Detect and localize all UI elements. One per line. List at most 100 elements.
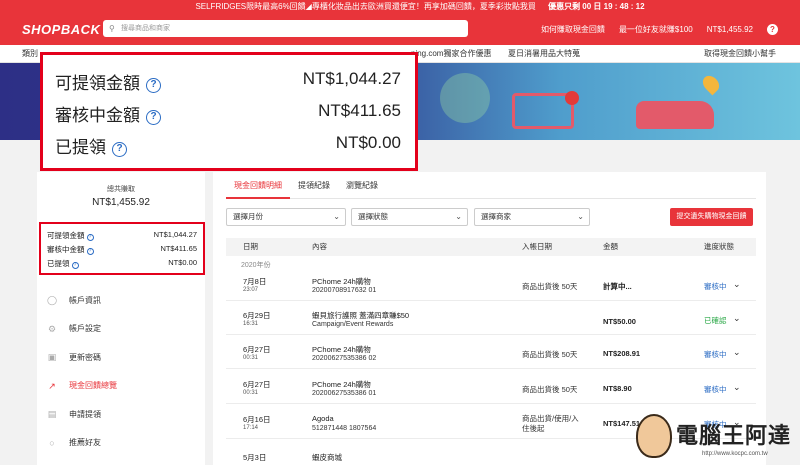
row-merchant: Agoda	[312, 414, 334, 423]
row-date: 6月27日	[243, 345, 271, 354]
chevron-down-icon[interactable]: ⌄	[733, 279, 741, 290]
sidebar-balance-label: 可提領金額	[47, 231, 85, 240]
submit-missing-cashback-button[interactable]: 提交遺失購物現金回饋	[670, 208, 753, 226]
promo-text[interactable]: SELFRIDGES限時最高6%回饋◢專櫃化妝品出去歐洲買還便宜！再享加碼回饋，…	[195, 2, 535, 11]
callout-amount: NT$0.00	[335, 133, 401, 152]
sidebar-balance-label: 審核中金額	[47, 245, 85, 254]
callout-label: 審核中金額	[55, 106, 140, 125]
invite-friend-link[interactable]: 最一位好友就賺$100	[619, 24, 693, 35]
callout-amount: NT$1,044.27	[302, 69, 401, 88]
status-select[interactable]: 選擇狀態 ⌄	[351, 208, 468, 226]
sidebar-item-account-info[interactable]: ◯ 帳戶資訊	[47, 286, 197, 315]
question-icon[interactable]: ?	[71, 262, 79, 269]
chevron-down-icon[interactable]: ⌄	[733, 347, 741, 358]
gear-icon: ⚙	[47, 323, 57, 334]
table-row[interactable]: 6月29日 16:31 蝦貝旅行護照 蓋滿四章賺$50 Campaign/Event …	[226, 306, 756, 335]
row-income-date: 商品出貨後 50天	[522, 350, 578, 359]
callout-label: 可提領金額	[55, 74, 140, 93]
lock-icon: ▣	[47, 352, 57, 363]
row-amount: NT$208.91	[603, 349, 641, 358]
row-status: 審核中	[704, 282, 727, 291]
sidebar-item-cashback-overview[interactable]: ↗ 現金回饋總覽	[47, 372, 197, 401]
row-date: 6月27日	[243, 380, 271, 389]
sidebar-item-refer-friends[interactable]: ○ 推薦好友	[47, 429, 197, 458]
callout-label: 已提領	[55, 138, 106, 157]
tab-cashback-details[interactable]: 現金回饋明細	[226, 180, 290, 199]
sidebar-item-withdraw[interactable]: ▤ 申請提領	[47, 400, 197, 429]
tab-withdraw-history[interactable]: 提領紀錄	[290, 180, 338, 199]
callout-amount: NT$411.65	[318, 101, 401, 120]
sidebar-item-label: 帳戶設定	[69, 324, 101, 334]
year-divider: 2020年份	[241, 262, 271, 269]
row-amount: 計算中...	[603, 282, 632, 291]
status-select-value: 選擇狀態	[358, 212, 388, 221]
search-placeholder: 搜尋商品和商家	[121, 25, 170, 32]
promo-banner[interactable]: SELFRIDGES限時最高6%回饋◢專櫃化妝品出去歐洲買還便宜！再享加碼回饋，…	[0, 0, 800, 13]
sidebar-menu: ◯ 帳戶資訊 ⚙ 帳戶設定 ▣ 更新密碼 ↗ 現金回饋總覽 ▤ 申請提領 ○ 推…	[47, 286, 197, 457]
mascot-face-icon	[636, 414, 672, 458]
sidebar-balance-amount: NT$1,044.27	[153, 230, 197, 239]
nav-helper-link[interactable]: 取得現金回饋小幫手	[704, 45, 776, 63]
nav-summer-link[interactable]: 夏日消暑用品大特蒐	[508, 45, 580, 63]
chevron-down-icon: ⌄	[577, 212, 584, 221]
column-header: 進度狀態	[704, 242, 734, 251]
row-time: 16:31	[243, 321, 259, 327]
chart-icon: ↗	[48, 380, 56, 391]
shopback-logo[interactable]: SHOPBACK	[22, 22, 100, 37]
sidebar-item-update-password[interactable]: ▣ 更新密碼	[47, 343, 197, 372]
sidebar-item-account-settings[interactable]: ⚙ 帳戶設定	[47, 315, 197, 344]
row-order-id: 20200627535386 01	[312, 390, 377, 397]
row-date: 5月3日	[243, 453, 267, 462]
row-merchant: PChome 24h購物	[312, 277, 371, 286]
search-input[interactable]: ⚲ 搜尋商品和商家	[103, 20, 468, 37]
row-amount: NT$50.00	[603, 317, 636, 326]
row-date: 7月8日	[243, 277, 267, 286]
friends-icon: ○	[49, 437, 55, 448]
chevron-down-icon: ⌄	[333, 212, 340, 221]
column-header: 內容	[312, 242, 327, 251]
row-order-id: 20200627535386 02	[312, 355, 377, 362]
row-status: 已確認	[704, 316, 727, 325]
row-merchant: 蝦貝旅行護照 蓋滿四章賺$50	[312, 311, 410, 320]
question-icon[interactable]: ?	[112, 142, 127, 157]
row-date: 6月29日	[243, 311, 271, 320]
sidebar-balance-row: 可提領金額? NT$1,044.27	[47, 230, 197, 242]
watermark: 電腦王阿達 http://www.kocpc.com.tw	[636, 412, 800, 465]
chevron-down-icon[interactable]: ⌄	[733, 313, 741, 324]
chevron-down-icon: ⌄	[455, 212, 462, 221]
row-order-id: Campaign/Event Rewards	[312, 321, 394, 328]
hero-decoration	[440, 73, 490, 123]
question-icon[interactable]: ?	[146, 110, 161, 125]
account-balance-link[interactable]: NT$1,455.92	[707, 25, 753, 34]
location-pin-illustration	[699, 72, 723, 96]
cashback-tabs: 現金回饋明細 提領紀錄 瀏覽紀錄	[226, 180, 756, 199]
nav-booking-link[interactable]: ping.com獨家合作優惠	[411, 45, 491, 63]
withdraw-icon: ▤	[47, 409, 57, 420]
month-select-value: 選擇月份	[233, 212, 263, 221]
account-sidebar: 總共賺取 NT$1,455.92 可提領金額? NT$1,044.27 審核中金…	[37, 172, 205, 465]
table-row[interactable]: 6月27日 00:31 PChome 24h購物 20200627535386 01 商…	[226, 375, 756, 404]
sidebar-balance-row: 已提領? NT$0.00	[47, 258, 197, 270]
question-icon[interactable]: ?	[86, 248, 94, 255]
help-icon[interactable]: ?	[767, 24, 778, 35]
row-order-id: 20200708917632 01	[312, 287, 377, 294]
row-status: 審核中	[704, 385, 727, 394]
header-links: 如何賺取現金回饋 最一位好友就賺$100 NT$1,455.92 ?	[541, 24, 778, 35]
month-select[interactable]: 選擇月份 ⌄	[226, 208, 346, 226]
merchant-select[interactable]: 選擇商家 ⌄	[474, 208, 590, 226]
tab-browse-history[interactable]: 瀏覽紀錄	[338, 180, 386, 199]
sidebar-balance-amount: NT$0.00	[168, 258, 197, 267]
chevron-down-icon[interactable]: ⌄	[733, 382, 741, 393]
how-to-earn-link[interactable]: 如何賺取現金回饋	[541, 24, 605, 35]
row-time: 17:14	[243, 425, 259, 431]
row-merchant: 蝦皮商城	[312, 453, 342, 462]
question-icon[interactable]: ?	[86, 234, 94, 241]
table-header: 日期 內容 入帳日期 金額 進度狀態	[226, 238, 756, 256]
table-row[interactable]: 7月8日 23:07 PChome 24h購物 20200708917632 01 商品…	[226, 272, 756, 301]
row-time: 00:31	[243, 355, 259, 361]
question-icon[interactable]: ?	[146, 78, 161, 93]
apple-illustration	[565, 91, 579, 105]
table-row[interactable]: 6月27日 00:31 PChome 24h購物 20200627535386 02 商…	[226, 340, 756, 369]
nav-category[interactable]: 類別	[22, 45, 38, 63]
total-earned-label: 總共賺取	[107, 186, 135, 193]
